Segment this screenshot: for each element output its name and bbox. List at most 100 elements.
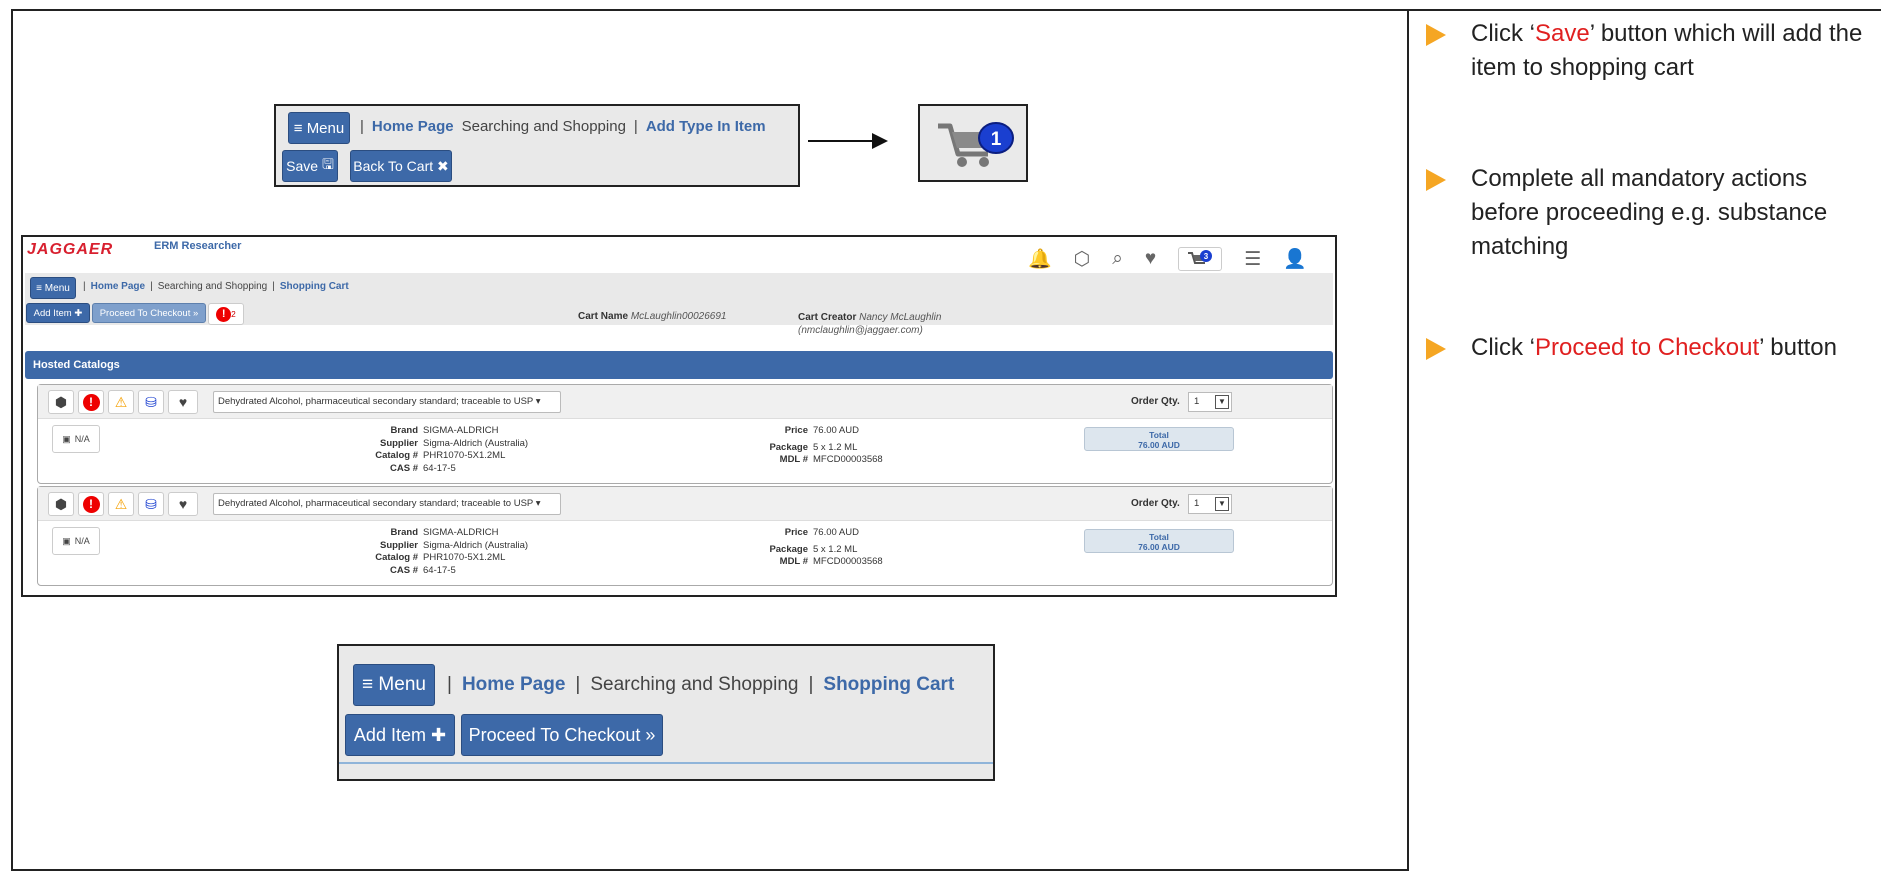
line-item-header: ⬢ ! ⚠ ⛁ ♥ Dehydrated Alcohol, pharmaceut… — [38, 487, 1332, 521]
breadcrumb-separator: | — [575, 674, 581, 695]
close-icon: ✖ — [437, 157, 449, 174]
bell-icon[interactable]: 🔔 — [1028, 247, 1052, 271]
flask-icon[interactable]: ⛁ — [138, 492, 164, 516]
product-description: Dehydrated Alcohol, pharmaceutical secon… — [218, 396, 534, 407]
alert-button[interactable]: ! 2 — [208, 303, 244, 325]
add-item-button[interactable]: Add Item ✚ — [26, 303, 90, 323]
cart-creator: Cart Creator Nancy McLaughlin (nmclaughli… — [798, 311, 941, 337]
breadcrumb: | Home Page | Searching and Shopping | S… — [447, 674, 954, 696]
cube-icon[interactable]: ⬡ — [1074, 248, 1091, 271]
package-value: 5 x 1.2 ML — [813, 441, 858, 453]
breadcrumb-home-link[interactable]: Home Page — [372, 118, 454, 135]
package-label: Package — [769, 441, 808, 453]
na-label: N/A — [74, 536, 90, 546]
total-value: 76.00 AUD — [1138, 542, 1180, 552]
order-qty-select[interactable]: 1 ▼ — [1188, 494, 1232, 514]
cart-creator-email: (nmclaughlin@jaggaer.com) — [798, 325, 923, 336]
proceed-to-checkout-button[interactable]: Proceed To Checkout » — [461, 714, 663, 756]
breadcrumb-home-link[interactable]: Home Page — [462, 674, 565, 696]
cart-line-item: ⬢ ! ⚠ ⛁ ♥ Dehydrated Alcohol, pharmaceut… — [37, 384, 1333, 484]
total-value: 76.00 AUD — [1138, 440, 1180, 450]
product-description: Dehydrated Alcohol, pharmaceutical secon… — [218, 498, 534, 509]
warning-icon[interactable]: ⚠ — [108, 390, 134, 414]
cart-count: 1 — [991, 129, 1002, 150]
menu-button[interactable]: ≡ Menu — [30, 277, 76, 299]
order-qty-select[interactable]: 1 ▼ — [1188, 392, 1232, 412]
product-description-select[interactable]: Dehydrated Alcohol, pharmaceutical secon… — [213, 493, 561, 515]
column-divider — [1407, 9, 1409, 863]
breadcrumb-searching-link[interactable]: Searching and Shopping — [158, 281, 268, 292]
back-to-cart-button[interactable]: Back To Cart ✖ — [350, 150, 452, 182]
step-highlight: Save — [1535, 20, 1590, 47]
order-qty-value: 1 — [1194, 396, 1200, 407]
save-label: Save — [286, 158, 319, 174]
favorite-heart-icon[interactable]: ♥ — [168, 492, 198, 516]
brand-value: SIGMA-ALDRICH — [423, 527, 499, 538]
alert-icon: ! — [216, 306, 232, 322]
double-chevron-icon: » — [645, 724, 656, 745]
cas-value: 64-17-5 — [423, 564, 456, 576]
price-details: Price 76.00 AUD Package 5 x 1.2 ML MDL # MF… — [738, 425, 882, 467]
server-icon[interactable]: ☰ — [1244, 248, 1261, 271]
box-icon[interactable]: ⬢ — [48, 390, 74, 414]
flask-icon[interactable]: ⛁ — [138, 390, 164, 414]
step-text: Click ‘ — [1471, 20, 1535, 47]
menu-button[interactable]: ≡ Menu — [288, 112, 350, 144]
menu-button[interactable]: ≡ Menu — [353, 664, 435, 706]
breadcrumb-current: Add Type In Item — [645, 118, 766, 135]
step-text: ’ button — [1759, 334, 1837, 361]
breadcrumb-current: Shopping Cart — [823, 674, 955, 695]
jaggaer-logo: JAGGAER — [27, 241, 114, 258]
na-button[interactable]: ▣ N/A — [52, 425, 100, 453]
cart-icon-button[interactable]: 3 — [1178, 247, 1223, 271]
breadcrumb-searching-link[interactable]: Searching and Shopping — [590, 674, 798, 696]
search-icon[interactable]: ⌕ — [1112, 248, 1123, 270]
order-qty-value: 1 — [1194, 498, 1200, 509]
divider-line — [339, 762, 993, 764]
order-qty-label: Order Qty. — [1131, 396, 1180, 407]
proceed-label: Proceed To Checkout — [99, 307, 191, 319]
alert-icon[interactable]: ! — [78, 390, 104, 414]
floppy-icon: 🖫 — [321, 156, 334, 172]
box-icon[interactable]: ⬢ — [48, 492, 74, 516]
warning-icon[interactable]: ⚠ — [108, 492, 134, 516]
package-label: Package — [769, 543, 808, 555]
step-text: Complete all mandatory actions before pr… — [1471, 165, 1828, 260]
product-description-select[interactable]: Dehydrated Alcohol, pharmaceutical secon… — [213, 391, 561, 413]
heart-icon[interactable]: ♥ — [1145, 248, 1156, 270]
user-icon[interactable]: 👤 — [1283, 247, 1307, 271]
proceed-to-checkout-button[interactable]: Proceed To Checkout » — [92, 303, 206, 323]
breadcrumb: | Home Page | Searching and Shopping | S… — [83, 281, 349, 292]
hamburger-icon: ≡ — [293, 119, 307, 137]
cart-name-value: McLaughlin00026691 — [630, 311, 727, 322]
menu-label: Menu — [44, 282, 70, 294]
hamburger-icon: ≡ — [362, 674, 379, 695]
instruction-step-2: Complete all mandatory actions before pr… — [1426, 162, 1879, 264]
breadcrumb-searching-link[interactable]: Searching and Shopping — [462, 118, 626, 135]
breadcrumb-home-link[interactable]: Home Page — [91, 281, 145, 292]
favorite-heart-icon[interactable]: ♥ — [168, 390, 198, 414]
breadcrumb-current: Shopping Cart — [279, 281, 349, 292]
bullet-arrow-icon — [1426, 24, 1446, 46]
catalog-value: PHR1070-5X1.2ML — [423, 552, 506, 563]
cas-label: CAS # — [390, 564, 418, 576]
alert-icon[interactable]: ! — [78, 492, 104, 516]
chevron-down-icon: ▼ — [1215, 497, 1229, 511]
save-button[interactable]: Save 🖫 — [282, 150, 338, 182]
na-button[interactable]: ▣ N/A — [52, 527, 100, 555]
step-highlight: Proceed to Checkout — [1535, 334, 1760, 361]
price-value: 76.00 AUD — [813, 425, 859, 436]
menu-label: Menu — [306, 119, 345, 137]
total-label: Total — [1149, 430, 1169, 440]
shopping-cart-screenshot: JAGGAER ERM Researcher 🔔 ⬡ ⌕ ♥ 3 ☰ 👤 ≡ M… — [21, 235, 1337, 597]
back-label: Back To Cart — [353, 158, 434, 174]
supplier-label: Supplier — [379, 539, 418, 551]
catalog-label: Catalog # — [375, 450, 418, 461]
cart-icon-count: 3 — [1204, 252, 1209, 261]
chevron-down-icon: ▼ — [1215, 395, 1229, 409]
breadcrumb-separator: | — [272, 281, 275, 292]
add-item-button[interactable]: Add Item ✚ — [345, 714, 455, 756]
total-label: Total — [1149, 532, 1169, 542]
price-value: 76.00 AUD — [813, 527, 859, 538]
mdl-value: MFCD00003568 — [813, 556, 883, 567]
